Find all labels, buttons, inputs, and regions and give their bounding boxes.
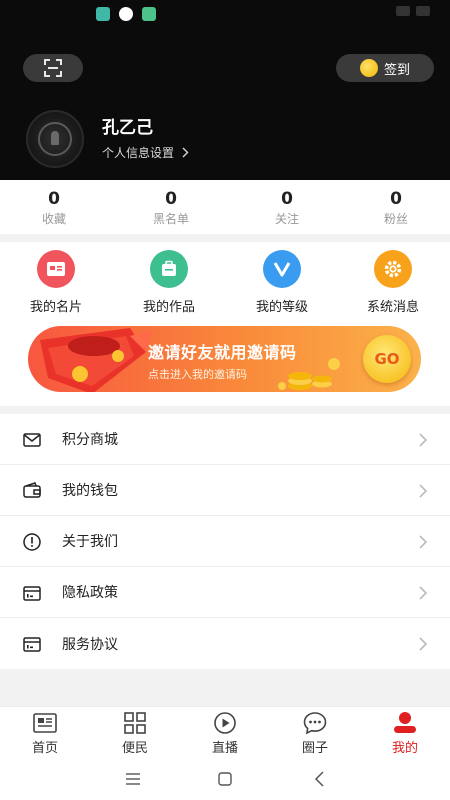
newspaper-icon xyxy=(33,713,57,733)
scan-icon xyxy=(44,59,62,77)
tab-label: 便民 xyxy=(121,741,148,756)
go-button[interactable]: GO xyxy=(363,335,411,383)
tab-circle[interactable]: 圈子 xyxy=(275,711,355,756)
settings-menu: 积分商城 我的钱包 关于我们 隐私政策 服务协议 xyxy=(0,414,450,669)
home-square-icon[interactable] xyxy=(216,770,234,788)
scan-button[interactable] xyxy=(23,54,83,82)
menu-item-label: 隐私政策 xyxy=(62,585,118,601)
quick-actions-panel: 我的名片 我的作品 我的等级 系统消息 邀请好友就用邀请码 点击进入我的邀请码 xyxy=(0,242,450,406)
v-badge-icon xyxy=(263,250,301,288)
battery-icon xyxy=(416,6,430,16)
menu-item-points-mall[interactable]: 积分商城 xyxy=(0,414,450,465)
signal-icon xyxy=(396,6,410,16)
stat-blacklist[interactable]: 0 黑名单 xyxy=(131,188,211,227)
stat-value: 0 xyxy=(281,189,293,209)
shield-notification-icon xyxy=(142,7,156,21)
tab-live[interactable]: 直播 xyxy=(185,711,265,756)
invite-banner[interactable]: 邀请好友就用邀请码 点击进入我的邀请码 GO xyxy=(28,326,421,392)
quick-action-label: 我的作品 xyxy=(142,300,195,315)
stat-label: 收藏 xyxy=(41,212,66,226)
stat-value: 0 xyxy=(165,189,177,209)
menu-item-label: 我的钱包 xyxy=(62,483,118,499)
menu-item-label: 积分商城 xyxy=(62,432,118,448)
bottom-tab-bar: 首页 便民 直播 圈子 我的 xyxy=(0,706,450,758)
play-icon xyxy=(214,712,236,734)
signin-label: 签到 xyxy=(383,62,410,78)
info-icon xyxy=(23,533,41,551)
app-notification-icon xyxy=(119,7,133,21)
telegram-icon xyxy=(96,7,110,21)
chevron-right-icon xyxy=(182,147,189,158)
quick-action-business-card[interactable]: 我的名片 xyxy=(6,250,106,315)
user-icon xyxy=(394,712,416,733)
chevron-right-icon xyxy=(419,484,428,498)
tab-label: 直播 xyxy=(211,741,238,756)
back-icon[interactable] xyxy=(311,770,329,788)
signin-button[interactable]: 签到 xyxy=(336,54,434,82)
tab-mine[interactable]: 我的 xyxy=(365,711,445,756)
tab-services[interactable]: 便民 xyxy=(95,711,175,756)
menu-item-service-agreement[interactable]: 服务协议 xyxy=(0,618,450,669)
grid-icon xyxy=(124,712,146,734)
menu-item-about-us[interactable]: 关于我们 xyxy=(0,516,450,567)
quick-action-label: 系统消息 xyxy=(366,300,419,315)
avatar-logo-icon xyxy=(38,122,72,156)
stat-value: 0 xyxy=(390,189,402,209)
system-navigation-bar xyxy=(0,758,450,800)
profile-settings-link[interactable]: 个人信息设置 xyxy=(102,144,189,161)
menu-item-label: 服务协议 xyxy=(62,636,118,653)
briefcase-icon xyxy=(150,250,188,288)
id-card-icon xyxy=(37,250,75,288)
status-bar xyxy=(0,0,450,26)
red-envelope-icon xyxy=(40,328,152,392)
menu-icon[interactable] xyxy=(124,770,142,788)
stat-label: 黑名单 xyxy=(152,212,189,226)
quick-action-label: 我的名片 xyxy=(29,300,82,315)
tab-home[interactable]: 首页 xyxy=(5,711,85,756)
stat-value: 0 xyxy=(48,189,60,209)
profile-settings-label: 个人信息设置 xyxy=(102,146,175,160)
envelope-icon xyxy=(23,433,41,447)
stat-favorites[interactable]: 0 收藏 xyxy=(14,188,94,227)
stats-bar: 0 收藏 0 黑名单 0 关注 0 粉丝 xyxy=(0,180,450,234)
stat-following[interactable]: 0 关注 xyxy=(247,188,327,227)
tab-label: 我的 xyxy=(391,741,418,756)
stat-label: 关注 xyxy=(274,212,299,226)
menu-item-privacy-policy[interactable]: 隐私政策 xyxy=(0,567,450,618)
status-system-icons xyxy=(396,6,430,16)
tab-label: 首页 xyxy=(31,741,58,756)
document-icon xyxy=(23,586,41,601)
coin-icon xyxy=(359,59,378,77)
avatar[interactable] xyxy=(26,110,84,168)
stat-label: 粉丝 xyxy=(383,212,408,226)
menu-item-wallet[interactable]: 我的钱包 xyxy=(0,465,450,516)
gear-icon xyxy=(374,250,412,288)
quick-action-label: 我的等级 xyxy=(255,300,308,315)
chevron-right-icon xyxy=(419,433,428,447)
quick-action-my-level[interactable]: 我的等级 xyxy=(232,250,332,315)
profile-header: 签到 孔乙己 个人信息设置 xyxy=(0,0,450,180)
quick-action-system-messages[interactable]: 系统消息 xyxy=(343,250,443,315)
coins-icon xyxy=(278,358,340,390)
chevron-right-icon xyxy=(419,637,428,651)
username: 孔乙己 xyxy=(102,118,153,138)
tab-label: 圈子 xyxy=(301,741,328,756)
status-notification-icons xyxy=(96,7,156,21)
quick-action-my-works[interactable]: 我的作品 xyxy=(119,250,219,315)
chat-icon xyxy=(303,712,327,735)
chevron-right-icon xyxy=(419,586,428,600)
menu-item-label: 关于我们 xyxy=(62,534,118,550)
agreement-icon xyxy=(23,637,41,652)
wallet-icon xyxy=(23,482,41,498)
stat-fans[interactable]: 0 粉丝 xyxy=(356,188,436,227)
banner-subtitle: 点击进入我的邀请码 xyxy=(148,368,247,381)
chevron-right-icon xyxy=(419,535,428,549)
